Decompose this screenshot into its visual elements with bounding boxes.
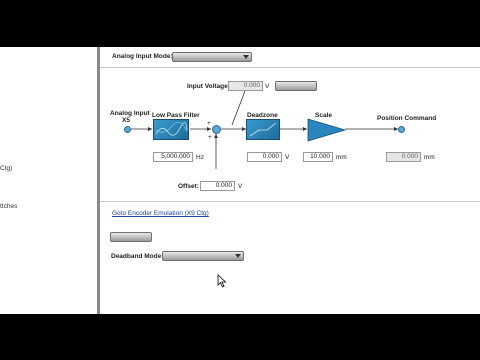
- deadzone-curve-icon: [249, 122, 277, 137]
- position-command-node: [398, 126, 405, 133]
- deadzone-label: Deadzone: [247, 112, 278, 119]
- dropdown-arrow-icon: [235, 254, 241, 258]
- analog-input-sublabel: X5: [122, 117, 130, 124]
- main-panel: Analog Input Mode: Input Voltage: 0.000 …: [100, 47, 480, 314]
- filter-frequency-field[interactable]: 5,000.000: [153, 152, 193, 162]
- arrow-icon: [207, 127, 211, 131]
- arrow-icon: [148, 127, 152, 131]
- position-command-field: 0.000: [386, 152, 421, 162]
- deadzone-block[interactable]: [246, 119, 280, 140]
- offset-unit: V: [238, 183, 243, 190]
- filter-wave-icon: [155, 121, 188, 136]
- left-panel-text-1: Ctg): [0, 165, 13, 172]
- scale-amplifier-icon: [307, 118, 347, 142]
- analog-input-label: Analog Input: [110, 110, 150, 117]
- mouse-cursor-icon: [217, 274, 227, 288]
- left-panel-text-2: ttches: [0, 203, 18, 210]
- arrow-icon: [303, 127, 307, 131]
- scale-label: Scale: [315, 112, 332, 119]
- summing-junction-icon: [212, 125, 221, 134]
- left-panel: Ctg) ttches: [0, 47, 97, 314]
- section-divider-middle: [100, 201, 480, 202]
- bottom-letterbox: [0, 314, 480, 360]
- screen: Ctg) ttches Analog Input Mode: Input Vol…: [0, 0, 480, 360]
- scale-unit: mm: [336, 154, 347, 161]
- filter-frequency-unit: Hz: [196, 154, 204, 161]
- scale-field[interactable]: 10.000: [303, 152, 333, 162]
- low-pass-filter-label: Low Pass Filter: [152, 112, 200, 119]
- deadband-mode-label: Deadband Mode:: [111, 253, 164, 260]
- sum-plus-sign: +: [207, 120, 211, 127]
- arrow-icon: [214, 134, 218, 138]
- sum-offset-sign: +: [208, 134, 212, 141]
- offset-field[interactable]: 0.000: [200, 181, 235, 191]
- position-command-unit: mm: [424, 154, 435, 161]
- low-pass-filter-block[interactable]: [153, 119, 189, 140]
- top-letterbox: [0, 0, 480, 47]
- goto-encoder-emulation-link[interactable]: Goto Encoder Emulation (X9 Ctg): [112, 210, 209, 217]
- action-button[interactable]: [110, 232, 152, 242]
- signal-flow-diagram: [131, 90, 398, 169]
- analog-input-node: [124, 126, 131, 133]
- deadband-mode-dropdown[interactable]: [162, 251, 244, 261]
- deadzone-unit: V: [285, 154, 290, 161]
- offset-label: Offset:: [178, 183, 199, 190]
- position-command-label: Position Command: [377, 115, 437, 122]
- wire-voltage-tap: [231, 90, 246, 126]
- deadzone-field[interactable]: 0.000: [247, 152, 282, 162]
